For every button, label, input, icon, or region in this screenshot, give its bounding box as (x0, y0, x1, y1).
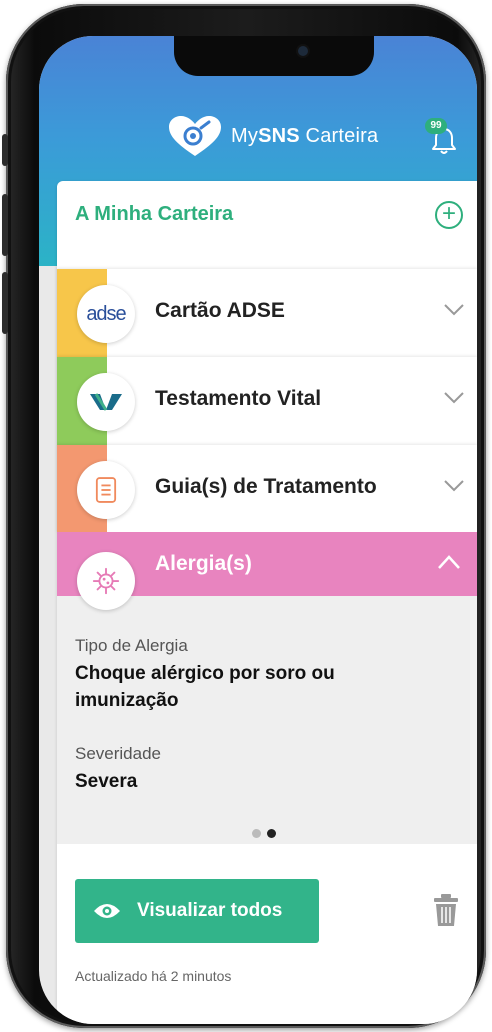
volume-down-button (2, 272, 8, 334)
adse-logo-icon: adse (77, 285, 135, 343)
mute-switch (2, 134, 8, 166)
pager-dot[interactable] (252, 829, 261, 838)
accordion-item-guias-tratamento[interactable]: Guia(s) de Tratamento (57, 445, 477, 533)
virus-icon (77, 552, 135, 610)
eye-icon (94, 904, 120, 918)
trash-icon (434, 894, 458, 926)
app-logo: MySNS Carteira (167, 114, 378, 158)
volume-up-button (2, 194, 8, 256)
severity-label: Severidade (75, 744, 162, 763)
front-camera (298, 46, 308, 56)
item-label: Alergia(s) (155, 552, 252, 575)
pager-dots[interactable] (252, 829, 276, 838)
trash-button[interactable] (433, 893, 459, 927)
allergy-type-label: Tipo de Alergia (75, 636, 188, 655)
chevron-down-icon[interactable] (443, 479, 464, 497)
plus-icon: + (441, 200, 456, 227)
allergy-details: Tipo de Alergia Choque alérgico por soro… (57, 596, 477, 844)
item-label: Guia(s) de Tratamento (155, 475, 377, 498)
brand-name: MySNS Carteira (231, 124, 379, 147)
chevron-up-icon[interactable] (437, 554, 461, 570)
phone-screen: MySNS Carteira 99 A Minha Carteira + ads… (39, 36, 477, 1024)
heart-logo-icon (169, 116, 221, 156)
document-icon (77, 461, 135, 519)
view-all-button[interactable]: Visualizar todos (75, 879, 319, 943)
view-all-label: Visualizar todos (137, 900, 283, 921)
wallet-title: A Minha Carteira (75, 203, 234, 225)
wallet-card: A Minha Carteira + adse Cartão ADSE Test… (57, 181, 477, 1024)
add-button[interactable]: + (435, 201, 463, 229)
testamento-vital-logo-icon (77, 373, 135, 431)
chevron-down-icon[interactable] (443, 391, 464, 409)
severity-value: Severa (75, 771, 138, 792)
accordion-item-testamento-vital[interactable]: Testamento Vital (57, 357, 477, 445)
item-label: Testamento Vital (155, 387, 322, 410)
notifications-badge: 99 (425, 118, 447, 134)
pager-dot-active[interactable] (267, 829, 276, 838)
phone-frame: MySNS Carteira 99 A Minha Carteira + ads… (2, 4, 486, 1028)
notch (174, 36, 374, 76)
accordion-item-cartao-adse[interactable]: adse Cartão ADSE (57, 269, 477, 357)
allergy-type-value: Choque alérgico por soro ou imunização (75, 663, 335, 711)
chevron-down-icon[interactable] (443, 303, 464, 321)
notifications-button[interactable]: 99 (425, 118, 459, 156)
last-updated-text: Actualizado há 2 minutos (75, 968, 232, 984)
item-label: Cartão ADSE (155, 299, 285, 322)
